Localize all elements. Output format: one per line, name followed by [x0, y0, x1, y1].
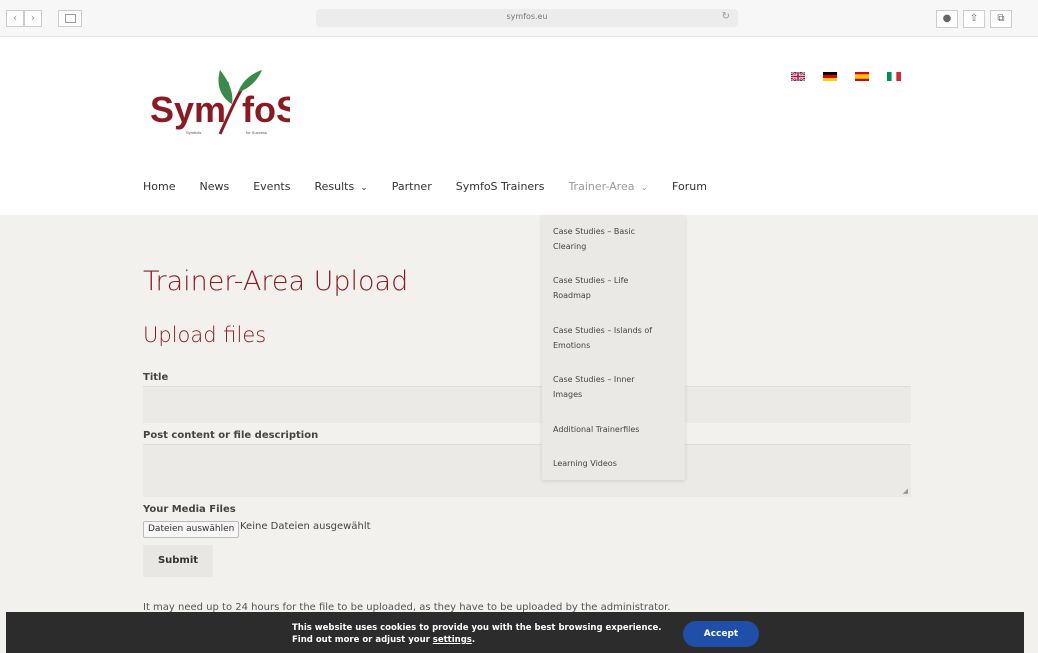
dropdown-item-islands-of-emotions[interactable]: Case Studies – Islands of Emotions — [553, 323, 675, 353]
dropdown-item-line: Learning Videos — [553, 459, 617, 468]
logo-left-word: Sym — [150, 89, 226, 130]
dropdown-item-line: Roadmap — [553, 291, 591, 300]
cookie-banner: This website uses cookies to provide you… — [6, 612, 1024, 653]
cookie-line-2: Find out more or adjust your settings. — [292, 634, 662, 646]
nav-symfos-trainers[interactable]: SymfoS Trainers — [456, 180, 545, 193]
address-bar[interactable]: symfos.eu ↻ — [316, 9, 738, 27]
section-title: Upload files — [143, 323, 267, 347]
nav-home[interactable]: Home — [143, 180, 175, 193]
flag-germany-icon[interactable] — [823, 72, 837, 81]
history-buttons: ‹ › — [6, 10, 42, 27]
dropdown-item-line: Case Studies – Basic — [553, 227, 636, 236]
nav-results-label: Results — [314, 180, 355, 193]
tabs-icon[interactable]: ⧉ — [990, 10, 1012, 28]
dropdown-item-basic-clearing[interactable]: Case Studies – Basic Clearing — [553, 224, 675, 254]
title-label: Title — [143, 372, 169, 383]
symfos-logo[interactable]: Sym foS Symbols for Success — [150, 62, 300, 146]
title-input[interactable] — [143, 386, 911, 423]
nav-trainer-area-label: Trainer-Area — [568, 180, 635, 193]
cookie-line-1: This website uses cookies to provide you… — [292, 623, 662, 633]
nav-events[interactable]: Events — [253, 180, 290, 193]
url-text: symfos.eu — [506, 12, 548, 21]
dropdown-item-line: Additional Trainerfiles — [553, 425, 640, 434]
media-label: Your Media Files — [143, 504, 236, 515]
nav-partner[interactable]: Partner — [392, 180, 432, 193]
page-title: Trainer-Area Upload — [143, 266, 409, 297]
back-icon[interactable]: ‹ — [6, 10, 24, 27]
trainer-area-dropdown: Case Studies – Basic Clearing Case Studi… — [542, 215, 685, 480]
dropdown-item-inner-images[interactable]: Case Studies – Inner Images — [553, 372, 675, 402]
chevron-down-icon: ⌄ — [640, 183, 649, 193]
submit-button[interactable]: Submit — [143, 545, 213, 577]
dropdown-item-line: Clearing — [553, 242, 587, 251]
accept-button[interactable]: Accept — [683, 621, 759, 647]
sidebar-toggle-icon[interactable] — [58, 10, 82, 27]
dropdown-item-line: Images — [553, 390, 583, 399]
file-status: Keine Dateien ausgewählt — [240, 521, 371, 532]
cookie-text: This website uses cookies to provide you… — [292, 622, 662, 646]
logo-right-word: foS — [242, 89, 290, 130]
cookie-line-2-suffix: . — [471, 635, 476, 645]
logo-graphic: Sym foS Symbols for Success — [150, 70, 300, 135]
dropdown-item-line: Case Studies – Inner — [553, 375, 635, 384]
main-nav: Home News Events Results ⌄ Partner SymfoS… — [143, 180, 731, 193]
dropdown-item-life-roadmap[interactable]: Case Studies – Life Roadmap — [553, 273, 675, 303]
logo-right-sub: for Success — [246, 130, 267, 135]
cookie-line-2-prefix: Find out more or adjust your — [292, 635, 433, 645]
language-flags — [791, 72, 901, 81]
nav-results[interactable]: Results ⌄ — [314, 180, 367, 193]
forward-icon[interactable]: › — [24, 10, 42, 27]
dropdown-item-line: Case Studies – Islands of — [553, 326, 653, 335]
dropdown-item-line: Emotions — [553, 341, 591, 350]
flag-italy-icon[interactable] — [887, 72, 901, 81]
nav-forum[interactable]: Forum — [672, 180, 707, 193]
resize-handle-icon[interactable]: ◢ — [903, 487, 908, 495]
logo-left-sub: Symbols — [186, 130, 201, 135]
flag-spain-icon[interactable] — [855, 72, 869, 81]
flag-uk-icon[interactable] — [791, 72, 805, 81]
reload-icon[interactable]: ↻ — [722, 11, 730, 22]
description-textarea[interactable]: ◢ — [143, 444, 911, 497]
description-label: Post content or file description — [143, 430, 319, 441]
chevron-down-icon: ⌄ — [360, 183, 368, 193]
browser-toolbar: ‹ › symfos.eu ↻ ● ⇧ ⧉ — [0, 0, 1038, 37]
cookie-settings-link[interactable]: settings — [433, 635, 472, 645]
privacy-icon[interactable]: ● — [936, 10, 958, 28]
nav-trainer-area[interactable]: Trainer-Area ⌄ — [568, 180, 648, 193]
share-icon[interactable]: ⇧ — [963, 10, 985, 28]
choose-files-button[interactable]: Dateien auswählen — [143, 521, 240, 538]
nav-news[interactable]: News — [199, 180, 229, 193]
dropdown-item-line: Case Studies – Life — [553, 276, 629, 285]
dropdown-item-additional-trainerfiles[interactable]: Additional Trainerfiles — [553, 422, 675, 437]
dropdown-item-learning-videos[interactable]: Learning Videos — [553, 456, 675, 471]
